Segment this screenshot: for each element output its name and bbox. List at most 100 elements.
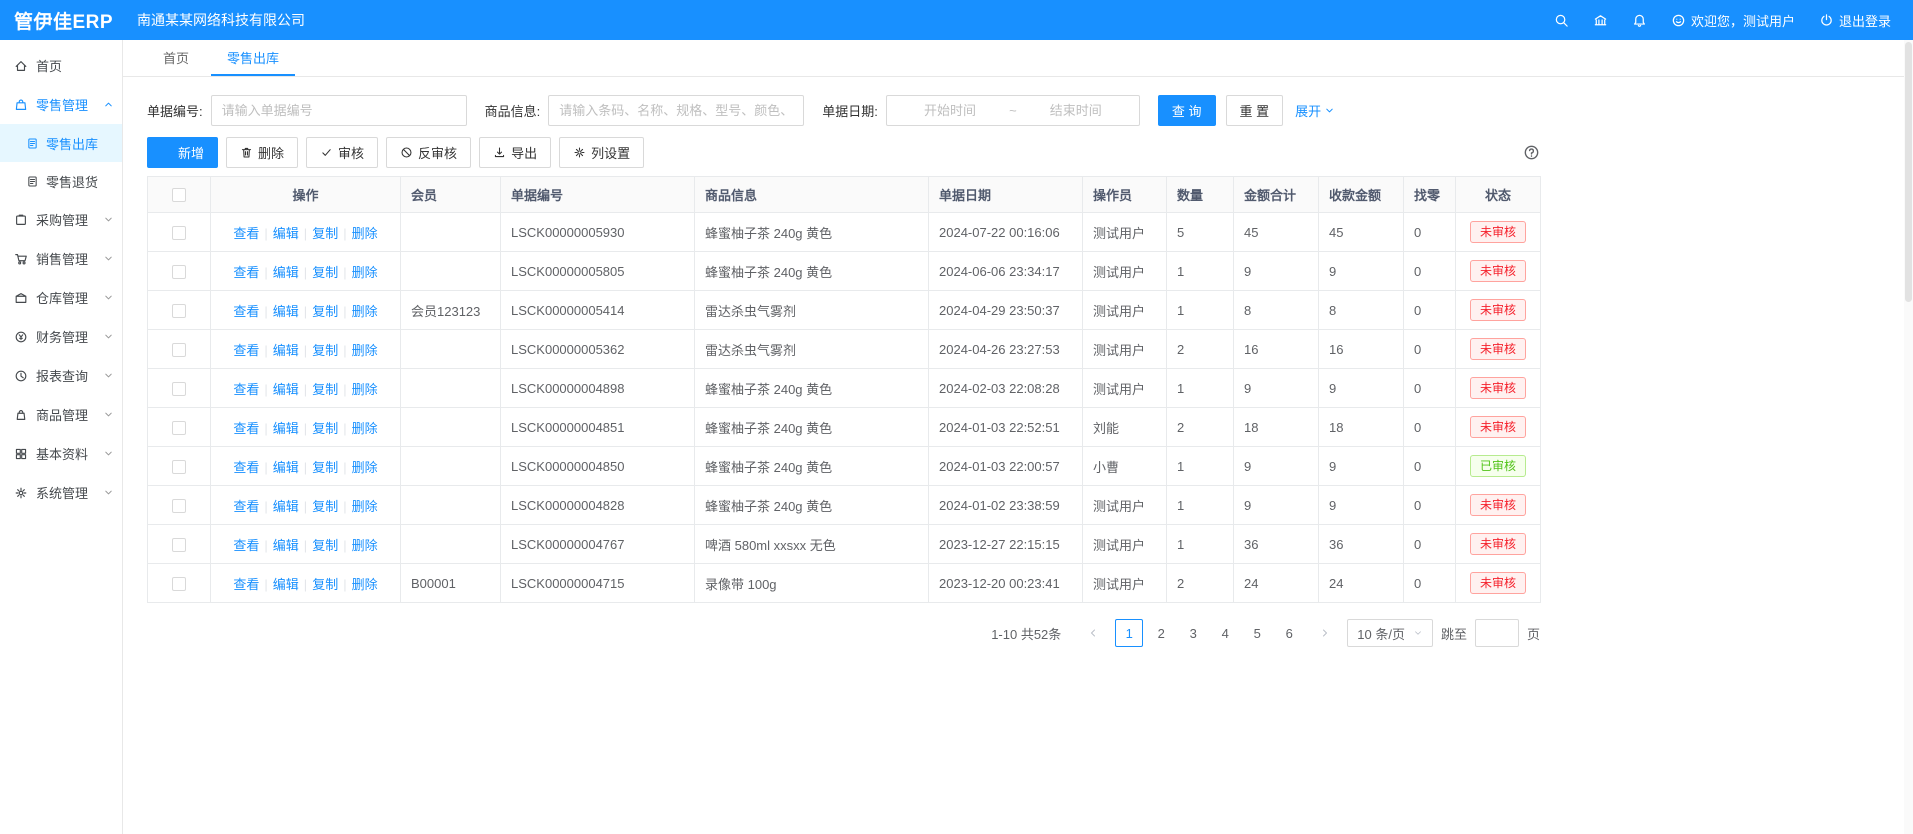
row-action-delete[interactable]: 删除 [352,226,378,241]
page-button-2[interactable]: 2 [1147,619,1175,647]
row-checkbox[interactable] [172,226,186,240]
user-welcome[interactable]: 欢迎您，测试用户 [1671,11,1795,30]
search-submit-button[interactable]: 查 询 [1158,95,1216,126]
row-action-view[interactable]: 查看 [233,538,259,553]
row-action-view[interactable]: 查看 [233,460,259,475]
row-action-copy[interactable]: 复制 [312,226,338,241]
bill-no-input[interactable] [211,95,467,126]
row-action-view[interactable]: 查看 [233,499,259,514]
row-action-edit[interactable]: 编辑 [273,226,299,241]
page-button-1[interactable]: 1 [1115,619,1143,647]
jump-page-input[interactable] [1475,619,1519,647]
row-checkbox[interactable] [172,538,186,552]
row-action-copy[interactable]: 复制 [312,421,338,436]
row-action-edit[interactable]: 编辑 [273,499,299,514]
prev-page-button[interactable] [1079,619,1107,647]
sidebar-subitem-retail-outbound[interactable]: 零售出库 [0,124,122,162]
row-action-view[interactable]: 查看 [233,304,259,319]
page-button-3[interactable]: 3 [1179,619,1207,647]
row-action-copy[interactable]: 复制 [312,538,338,553]
row-action-view[interactable]: 查看 [233,226,259,241]
delete-button[interactable]: 删除 [226,137,298,168]
row-action-view[interactable]: 查看 [233,577,259,592]
sidebar-subitem-retail-return[interactable]: 零售退货 [0,162,122,200]
sidebar-item-finance[interactable]: 财务管理 [0,317,122,356]
row-action-edit[interactable]: 编辑 [273,343,299,358]
sidebar-item-sales[interactable]: 销售管理 [0,239,122,278]
row-action-delete[interactable]: 删除 [352,499,378,514]
next-page-button[interactable] [1311,619,1339,647]
row-checkbox[interactable] [172,343,186,357]
expand-filters-link[interactable]: 展开 [1295,101,1335,120]
row-action-view[interactable]: 查看 [233,265,259,280]
row-checkbox[interactable] [172,421,186,435]
audit-button[interactable]: 审核 [306,137,378,168]
sidebar-item-report[interactable]: 报表查询 [0,356,122,395]
row-action-delete[interactable]: 删除 [352,304,378,319]
row-action-view[interactable]: 查看 [233,382,259,397]
product-cell: 雷达杀虫气雾剂 [695,330,929,369]
reset-button[interactable]: 重 置 [1226,95,1284,126]
help-icon[interactable] [1523,144,1540,161]
unaudit-button[interactable]: 反审核 [386,137,471,168]
row-checkbox[interactable] [172,265,186,279]
row-checkbox[interactable] [172,499,186,513]
page-size-select[interactable]: 10 条/页 [1347,619,1433,647]
tab-home[interactable]: 首页 [147,40,205,76]
tab-retail-outbound[interactable]: 零售出库 [211,40,295,76]
row-action-edit[interactable]: 编辑 [273,421,299,436]
row-action-delete[interactable]: 删除 [352,343,378,358]
product-info-input[interactable] [548,95,804,126]
notifications-button[interactable] [1632,13,1647,28]
row-action-edit[interactable]: 编辑 [273,304,299,319]
start-date-input[interactable] [895,103,1005,118]
row-action-edit[interactable]: 编辑 [273,460,299,475]
date-range-picker[interactable]: ~ [886,95,1140,126]
sidebar-item-warehouse[interactable]: 仓库管理 [0,278,122,317]
logout-button[interactable]: 退出登录 [1819,11,1891,30]
page-button-6[interactable]: 6 [1275,619,1303,647]
row-action-copy[interactable]: 复制 [312,343,338,358]
row-action-edit[interactable]: 编辑 [273,382,299,397]
row-action-edit[interactable]: 编辑 [273,538,299,553]
row-action-copy[interactable]: 复制 [312,577,338,592]
sidebar-item-system[interactable]: 系统管理 [0,473,122,512]
sidebar: 首页零售管理零售出库零售退货采购管理销售管理仓库管理财务管理报表查询商品管理基本… [0,40,123,834]
row-action-delete[interactable]: 删除 [352,421,378,436]
row-checkbox[interactable] [172,460,186,474]
sidebar-item-home[interactable]: 首页 [0,46,122,85]
row-action-delete[interactable]: 删除 [352,460,378,475]
row-action-view[interactable]: 查看 [233,343,259,358]
row-action-copy[interactable]: 复制 [312,382,338,397]
scrollbar-thumb[interactable] [1905,42,1912,302]
sidebar-item-goods[interactable]: 商品管理 [0,395,122,434]
add-button[interactable]: 新增 [147,137,218,168]
organization-button[interactable] [1593,13,1608,28]
row-action-delete[interactable]: 删除 [352,382,378,397]
company-name: 南通某某网络科技有限公司 [137,10,305,30]
row-checkbox[interactable] [172,577,186,591]
sidebar-item-purchase[interactable]: 采购管理 [0,200,122,239]
search-button[interactable] [1554,13,1569,28]
page-button-5[interactable]: 5 [1243,619,1271,647]
amount-cell: 9 [1234,486,1319,525]
row-action-copy[interactable]: 复制 [312,304,338,319]
row-action-edit[interactable]: 编辑 [273,265,299,280]
row-action-delete[interactable]: 删除 [352,577,378,592]
row-action-view[interactable]: 查看 [233,421,259,436]
sidebar-item-retail[interactable]: 零售管理 [0,85,122,124]
sidebar-item-basedata[interactable]: 基本资料 [0,434,122,473]
row-action-delete[interactable]: 删除 [352,538,378,553]
row-action-edit[interactable]: 编辑 [273,577,299,592]
row-checkbox[interactable] [172,304,186,318]
row-action-copy[interactable]: 复制 [312,460,338,475]
row-action-delete[interactable]: 删除 [352,265,378,280]
row-action-copy[interactable]: 复制 [312,499,338,514]
page-button-4[interactable]: 4 [1211,619,1239,647]
column-settings-button[interactable]: 列设置 [559,137,644,168]
select-all-checkbox[interactable] [172,188,186,202]
export-button[interactable]: 导出 [479,137,551,168]
row-action-copy[interactable]: 复制 [312,265,338,280]
row-checkbox[interactable] [172,382,186,396]
end-date-input[interactable] [1021,103,1131,118]
